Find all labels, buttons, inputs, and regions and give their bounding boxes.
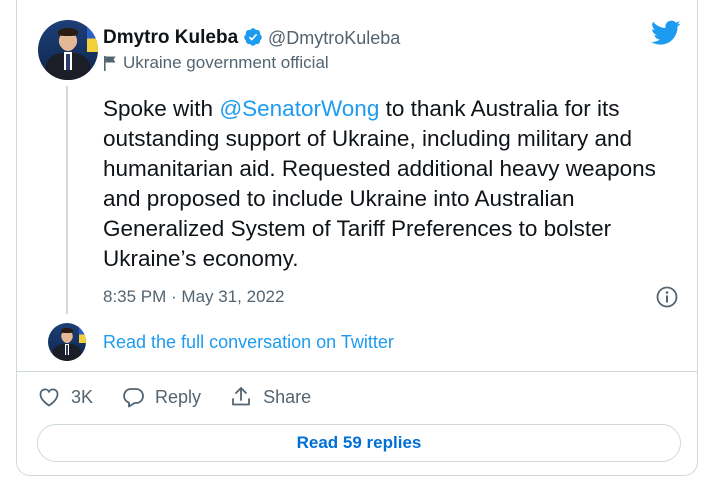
tweet-timestamp[interactable]: 8:35 PM · May 31, 2022: [103, 287, 284, 307]
like-action[interactable]: 3K: [37, 385, 93, 409]
tweet-card: Dmytro Kuleba @DmytroKuleba Ukraine gove…: [16, 0, 698, 476]
share-icon: [232, 387, 250, 406]
tweet-actions: 3K Reply Share: [37, 385, 339, 409]
author-avatar[interactable]: [38, 20, 98, 80]
twitter-bird-icon[interactable]: [651, 20, 681, 46]
heart-icon: [39, 388, 59, 407]
verified-badge-icon: [244, 28, 262, 46]
share-action[interactable]: Share: [229, 385, 311, 409]
tweet-text: Spoke with @SenatorWong to thank Austral…: [103, 94, 693, 274]
government-label: Ukraine government official: [123, 53, 329, 72]
reply-icon: [123, 388, 144, 408]
share-label: Share: [263, 386, 312, 407]
tweet-text-rest: to thank Australia for its outstanding s…: [103, 96, 656, 271]
author-name[interactable]: Dmytro Kuleba: [103, 27, 238, 49]
read-full-conversation-link[interactable]: Read the full conversation on Twitter: [103, 332, 394, 353]
government-label-row: Ukraine government official: [103, 53, 329, 73]
author-handle[interactable]: @DmytroKuleba: [268, 28, 400, 49]
reply-label: Reply: [155, 386, 202, 407]
tweet-text-start: Spoke with: [103, 96, 220, 121]
mention-link[interactable]: @SenatorWong: [219, 96, 379, 121]
read-replies-button[interactable]: Read 59 replies: [37, 424, 681, 462]
info-icon[interactable]: [655, 285, 679, 309]
government-flag-icon: [104, 56, 116, 71]
like-count: 3K: [71, 386, 94, 407]
divider: [17, 371, 697, 372]
conversation-avatar[interactable]: [48, 323, 86, 361]
reply-action[interactable]: Reply: [121, 385, 201, 409]
thread-connector-line: [66, 86, 68, 314]
